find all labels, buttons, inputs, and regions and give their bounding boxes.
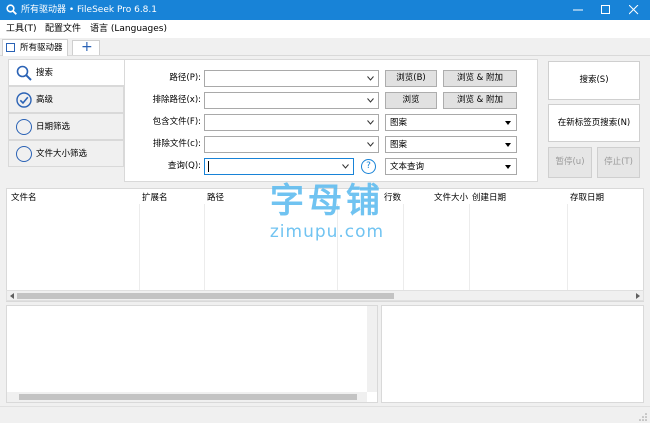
circle-icon (16, 119, 32, 135)
path-combobox[interactable] (204, 70, 379, 87)
scrollbar-thumb[interactable] (19, 394, 357, 400)
query-combobox[interactable] (204, 158, 354, 175)
include-files-mode: 图案 (390, 118, 408, 128)
magnifier-icon (16, 65, 32, 81)
exclude-files-label: 排除文件(c): (152, 139, 201, 149)
text-caret (208, 161, 209, 172)
checkmark-circle-icon (16, 92, 32, 108)
path-label: 路径(P): (169, 73, 201, 83)
watermark-title: 字母铺 (270, 181, 384, 221)
tab-bar: 所有驱动器 + (0, 38, 650, 56)
nav-item-label: 搜索 (36, 68, 54, 78)
column-header-created[interactable]: 创建日期 (472, 193, 506, 204)
plus-icon: + (81, 39, 93, 55)
menu-languages[interactable]: 语言 (Languages) (90, 23, 167, 35)
column-divider (139, 204, 140, 294)
column-divider (403, 204, 404, 294)
tab-drive-icon (6, 43, 15, 52)
nav-item-date-filter[interactable]: 日期筛选 (8, 113, 124, 140)
query-mode-select[interactable]: 文本查询 (385, 158, 517, 175)
chevron-down-icon (367, 120, 374, 125)
pause-button[interactable]: 暂停(u) (548, 147, 592, 178)
status-bar (0, 406, 650, 423)
maximize-button[interactable] (592, 0, 620, 20)
search-options-nav: 搜索 高级 日期筛选 文件大小筛选 (8, 59, 124, 168)
browse-append-button[interactable]: 浏览 & 附加 (443, 70, 517, 87)
column-header-filename[interactable]: 文件名 (11, 193, 37, 204)
resize-grip-icon[interactable] (638, 412, 647, 421)
watermark: 字母铺 zimupu.com (262, 182, 392, 242)
include-files-mode-select[interactable]: 图案 (385, 114, 517, 131)
circle-icon (16, 146, 32, 162)
column-header-extension[interactable]: 扩展名 (142, 193, 168, 204)
scroll-left-arrow-icon[interactable] (10, 293, 14, 299)
column-header-accessed[interactable]: 存取日期 (570, 193, 604, 204)
fileseek-app-icon (6, 4, 17, 15)
close-button[interactable] (620, 0, 648, 20)
search-button[interactable]: 搜索(S) (548, 61, 640, 100)
nav-item-advanced[interactable]: 高级 (8, 86, 124, 113)
exclude-path-combobox[interactable] (204, 92, 379, 109)
exclude-browse-button[interactable]: 浏览 (385, 92, 437, 109)
watermark-url: zimupu.com (269, 222, 385, 242)
exclude-files-mode: 图案 (390, 140, 408, 150)
scroll-right-arrow-icon[interactable] (636, 293, 640, 299)
menu-profiles[interactable]: 配置文件 (45, 23, 81, 35)
exclude-files-mode-select[interactable]: 图案 (385, 136, 517, 153)
column-divider (567, 204, 568, 294)
stop-button[interactable]: 停止(T) (597, 147, 640, 178)
minimize-icon (573, 9, 583, 11)
title-bar: 所有驱动器 • FileSeek Pro 6.8.1 (0, 0, 650, 20)
query-label: 查询(Q): (167, 161, 201, 171)
search-new-tab-button[interactable]: 在新标签页搜索(N) (548, 104, 640, 142)
nav-item-label: 文件大小筛选 (36, 149, 88, 159)
exclude-files-combobox[interactable] (204, 136, 379, 153)
nav-item-size-filter[interactable]: 文件大小筛选 (8, 140, 124, 167)
browse-button[interactable]: 浏览(B) (385, 70, 437, 87)
menu-tools[interactable]: 工具(T) (6, 23, 37, 35)
dropdown-arrow-icon (505, 143, 511, 147)
tab-label: 所有驱动器 (20, 43, 63, 53)
column-divider (204, 204, 205, 294)
nav-item-label: 高级 (36, 95, 54, 105)
scrollbar-thumb[interactable] (17, 293, 394, 299)
chevron-down-icon (367, 76, 374, 81)
preview-vertical-scrollbar[interactable] (367, 306, 377, 392)
preview-info-pane (381, 305, 644, 403)
tab-all-drives[interactable]: 所有驱动器 (2, 39, 68, 56)
search-form-panel: 路径(P): 浏览(B) 浏览 & 附加 排除路径(x): 浏览 浏览 & 附加… (124, 59, 538, 182)
column-divider (469, 204, 470, 294)
menu-bar: 工具(T) 配置文件 语言 (Languages) (0, 20, 650, 38)
query-help-icon[interactable]: ? (361, 159, 376, 174)
nav-item-label: 日期筛选 (36, 122, 71, 132)
chevron-down-icon (367, 98, 374, 103)
window-title: 所有驱动器 • FileSeek Pro 6.8.1 (21, 5, 157, 15)
exclude-path-label: 排除路径(x): (152, 95, 201, 105)
dropdown-arrow-icon (505, 121, 511, 125)
add-tab-button[interactable]: + (72, 39, 100, 55)
minimize-button[interactable] (564, 0, 592, 20)
query-mode: 文本查询 (390, 162, 425, 172)
nav-item-search[interactable]: 搜索 (8, 59, 124, 86)
preview-text-pane[interactable] (6, 305, 378, 403)
preview-horizontal-scrollbar[interactable] (7, 392, 367, 402)
exclude-browse-append-button[interactable]: 浏览 & 附加 (443, 92, 517, 109)
column-header-size[interactable]: 文件大小 (434, 193, 468, 204)
chevron-down-icon (342, 164, 349, 169)
include-files-combobox[interactable] (204, 114, 379, 131)
dropdown-arrow-icon (505, 165, 511, 169)
include-files-label: 包含文件(F): (152, 117, 201, 127)
maximize-icon (601, 5, 610, 14)
chevron-down-icon (367, 142, 374, 147)
close-icon (629, 5, 639, 15)
column-header-path[interactable]: 路径 (207, 193, 224, 204)
results-horizontal-scrollbar[interactable] (6, 290, 644, 301)
